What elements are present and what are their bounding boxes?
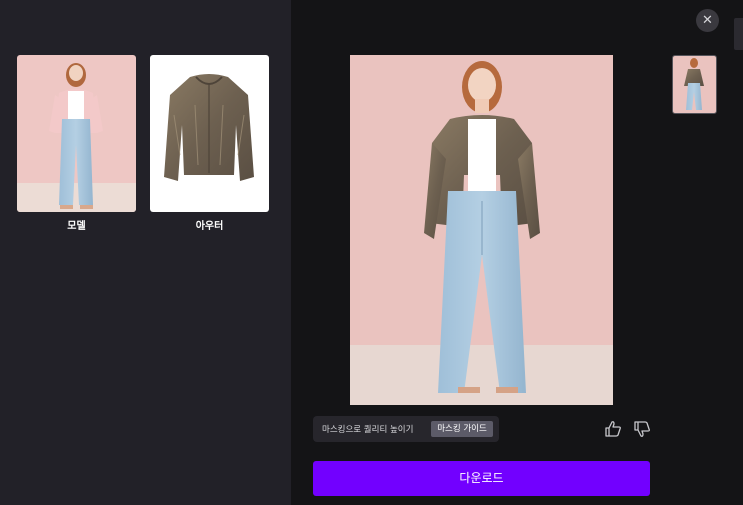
dislike-button[interactable] (632, 419, 652, 439)
result-preview-image (350, 55, 613, 405)
outer-thumbnail[interactable] (150, 55, 269, 212)
source-label-outer: 아우터 (195, 221, 224, 232)
thumbs-up-icon (605, 421, 621, 437)
masking-bar: 마스킹으로 퀄리티 높이기 마스킹 가이드 (313, 416, 499, 442)
model-thumbnail[interactable] (17, 55, 136, 212)
masking-guide-button[interactable]: 마스킹 가이드 (431, 421, 493, 437)
download-button[interactable]: 다운로드 (313, 461, 650, 496)
source-panel: 모델 아우터 (0, 0, 291, 505)
close-button[interactable]: ✕ (696, 9, 719, 32)
source-card-outer[interactable]: 아우터 (150, 55, 269, 232)
source-label-model: 모델 (67, 221, 86, 232)
source-card-model[interactable]: 모델 (17, 55, 136, 232)
like-button[interactable] (603, 419, 623, 439)
thumbs-down-icon (634, 421, 650, 437)
close-icon: ✕ (702, 13, 713, 28)
panel-edge-tab (734, 18, 743, 50)
result-thumbnail[interactable] (672, 55, 717, 114)
masking-hint-text: 마스킹으로 퀄리티 높이기 (322, 425, 414, 435)
